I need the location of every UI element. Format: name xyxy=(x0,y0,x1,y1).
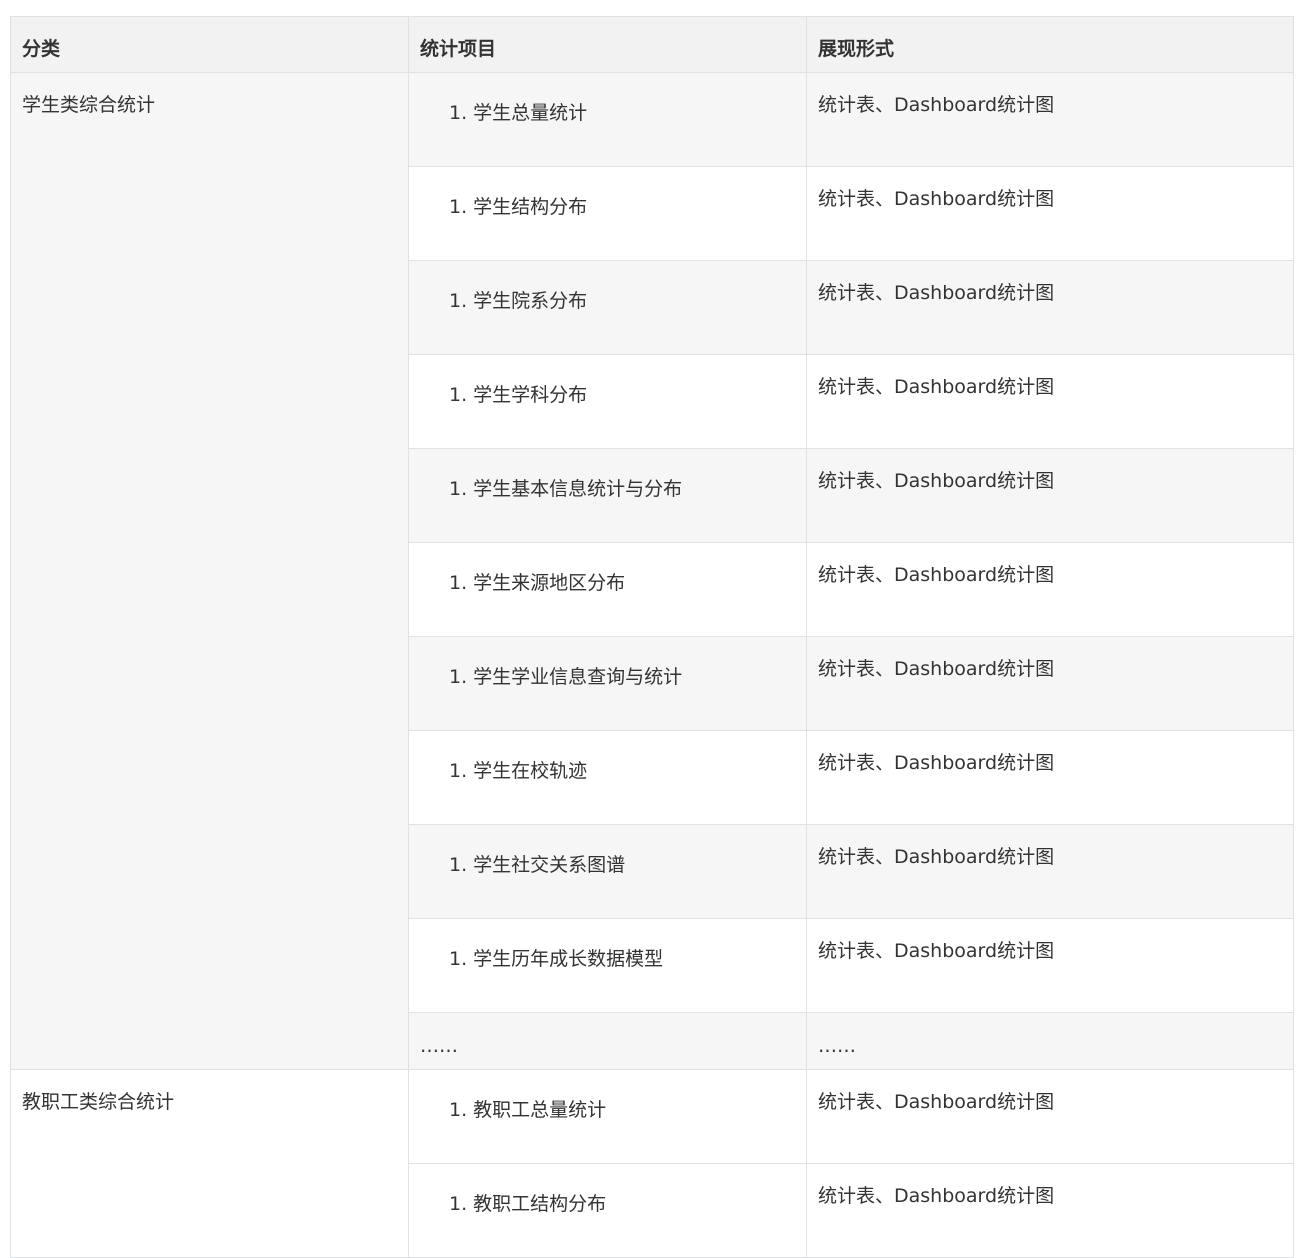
list-number: 1. xyxy=(449,760,468,782)
table-row: 学生类综合统计 1. 学生总量统计 统计表、Dashboard统计图 xyxy=(10,72,1294,1070)
category-cell: 学生类综合统计 xyxy=(10,72,409,1070)
statistic-item-label: 学生基本信息统计与分布 xyxy=(473,478,683,500)
display-form-cell: 统计表、Dashboard统计图 xyxy=(806,72,1294,167)
statistic-item-label: 学生学业信息查询与统计 xyxy=(473,666,683,688)
statistic-item-cell: 1. 教职工总量统计 xyxy=(408,1069,807,1164)
display-form-cell: 统计表、Dashboard统计图 xyxy=(806,918,1294,1013)
statistic-item-cell: 1. 学生基本信息统计与分布 xyxy=(408,448,807,543)
list-number: 1. xyxy=(449,572,468,594)
statistic-item-cell: 1. 教职工结构分布 xyxy=(408,1163,807,1258)
statistic-item-label: 教职工总量统计 xyxy=(473,1099,607,1121)
list-number: 1. xyxy=(449,102,468,124)
list-number: 1. xyxy=(449,196,468,218)
list-number: 1. xyxy=(449,854,468,876)
display-form-cell: 统计表、Dashboard统计图 xyxy=(806,166,1294,261)
statistics-table-container: 分类 统计项目 展现形式 学生类综合统计 1. 学生总量统计 统计表、Dashbo… xyxy=(10,16,1294,1258)
statistic-item-label: 学生历年成长数据模型 xyxy=(473,948,664,970)
list-number: 1. xyxy=(449,478,468,500)
display-form-cell: 统计表、Dashboard统计图 xyxy=(806,824,1294,919)
list-number: 1. xyxy=(449,1193,468,1215)
statistic-item-cell: 1. 学生在校轨迹 xyxy=(408,730,807,825)
display-form-cell: 统计表、Dashboard统计图 xyxy=(806,354,1294,449)
statistic-item-cell: 1. 学生院系分布 xyxy=(408,260,807,355)
display-form-cell: 统计表、Dashboard统计图 xyxy=(806,636,1294,731)
category-cell: 教职工类综合统计 xyxy=(10,1069,409,1258)
statistic-item-label: 学生社交关系图谱 xyxy=(473,854,626,876)
statistic-item-label: 教职工结构分布 xyxy=(473,1193,607,1215)
table-row: 教职工类综合统计 1. 教职工总量统计 统计表、Dashboard统计图 xyxy=(10,1069,1294,1258)
statistic-item-cell: 1. 学生学科分布 xyxy=(408,354,807,449)
table-header-row: 分类 统计项目 展现形式 xyxy=(10,16,1294,73)
list-number: 1. xyxy=(449,290,468,312)
display-form-cell: 统计表、Dashboard统计图 xyxy=(806,1069,1294,1164)
statistic-item-cell: 1. 学生总量统计 xyxy=(408,72,807,167)
statistic-item-cell: 1. 学生社交关系图谱 xyxy=(408,824,807,919)
statistic-item-cell: 1. 学生来源地区分布 xyxy=(408,542,807,637)
list-number: 1. xyxy=(449,384,468,406)
statistic-item-label: 学生学科分布 xyxy=(473,384,588,406)
statistic-item-label: 学生在校轨迹 xyxy=(473,760,588,782)
display-form-ellipsis: …… xyxy=(806,1012,1294,1070)
statistic-item-label: 学生结构分布 xyxy=(473,196,588,218)
display-form-cell: 统计表、Dashboard统计图 xyxy=(806,730,1294,825)
list-number: 1. xyxy=(449,948,468,970)
list-number: 1. xyxy=(449,1099,468,1121)
display-form-cell: 统计表、Dashboard统计图 xyxy=(806,542,1294,637)
display-form-cell: 统计表、Dashboard统计图 xyxy=(806,260,1294,355)
statistics-table: 分类 统计项目 展现形式 学生类综合统计 1. 学生总量统计 统计表、Dashbo… xyxy=(10,16,1294,1258)
statistic-item-cell: 1. 学生历年成长数据模型 xyxy=(408,918,807,1013)
header-display-form: 展现形式 xyxy=(806,16,1294,73)
header-statistic-item: 统计项目 xyxy=(408,16,807,73)
statistic-item-label: 学生总量统计 xyxy=(473,102,588,124)
statistic-item-ellipsis: …… xyxy=(408,1012,807,1070)
statistic-item-label: 学生院系分布 xyxy=(473,290,588,312)
header-category: 分类 xyxy=(10,16,409,73)
display-form-cell: 统计表、Dashboard统计图 xyxy=(806,448,1294,543)
statistic-item-label: 学生来源地区分布 xyxy=(473,572,626,594)
display-form-cell: 统计表、Dashboard统计图 xyxy=(806,1163,1294,1258)
list-number: 1. xyxy=(449,666,468,688)
statistic-item-cell: 1. 学生学业信息查询与统计 xyxy=(408,636,807,731)
statistic-item-cell: 1. 学生结构分布 xyxy=(408,166,807,261)
